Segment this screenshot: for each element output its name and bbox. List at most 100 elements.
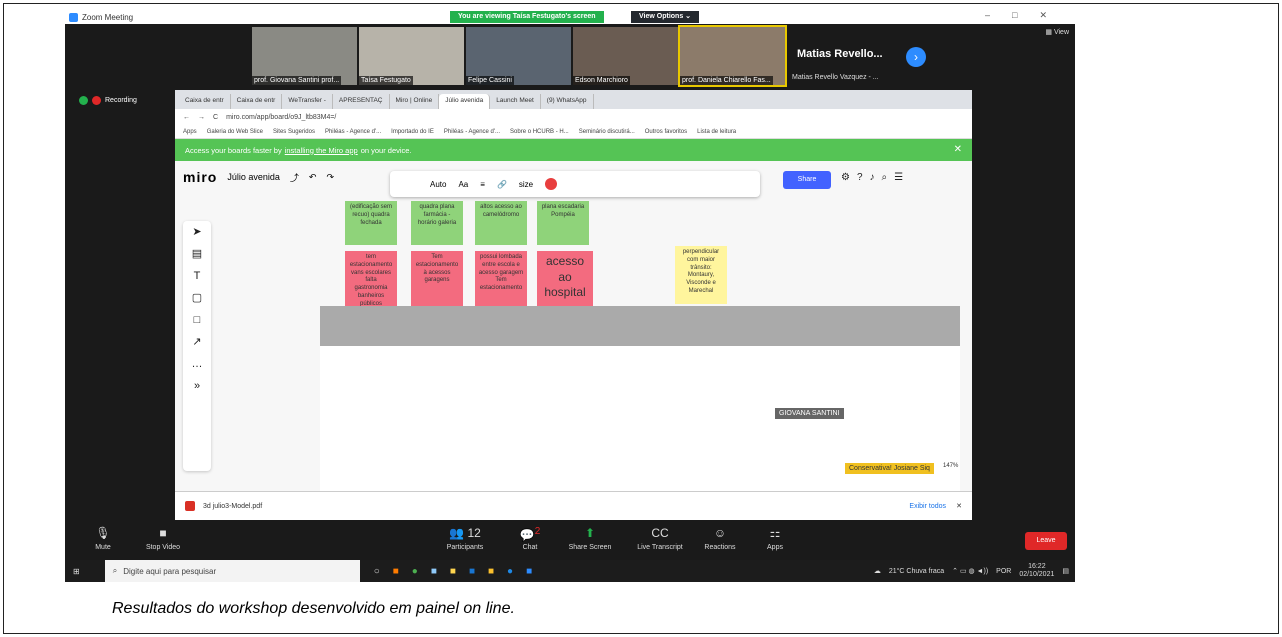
sticky-note[interactable]: Tem estacionamento à acessos garagens bbox=[411, 251, 463, 306]
share-screen-button[interactable]: ⬆ Share Screen bbox=[560, 526, 620, 551]
sticky-note[interactable]: acesso ao hospital bbox=[537, 251, 593, 311]
illustrator-icon[interactable]: ■ bbox=[393, 566, 399, 577]
participant-video[interactable]: Edson Marchioro bbox=[573, 27, 678, 85]
control-label: Reactions bbox=[704, 544, 736, 551]
view-button[interactable]: ▦ View bbox=[1045, 28, 1069, 36]
sticky-note[interactable]: (edificação sem recuo) quadra fechada bbox=[345, 201, 397, 245]
browser-tab[interactable]: Launch Meet bbox=[490, 94, 541, 109]
bookmark[interactable]: Outros favoritos bbox=[645, 129, 687, 135]
share-button[interactable]: Share bbox=[783, 171, 831, 189]
collapse-icon[interactable]: » bbox=[183, 375, 211, 397]
select-icon[interactable]: ➤ bbox=[183, 221, 211, 243]
close-icon[interactable]: ✕ bbox=[954, 144, 962, 155]
sticky-note[interactable]: altos acesso ao camelódromo bbox=[475, 201, 527, 245]
redo-icon[interactable]: ↷ bbox=[326, 172, 334, 183]
sticky-note[interactable]: possui lombada entre escola e acesso gar… bbox=[475, 251, 527, 306]
sticky-note-icon[interactable]: ▢ bbox=[183, 287, 211, 309]
sticky-note[interactable]: plana escadaria Pompéia bbox=[537, 201, 589, 245]
edge-icon[interactable]: ● bbox=[507, 566, 513, 577]
mute-button[interactable]: 🎙 Mute bbox=[73, 526, 133, 551]
clock-date: 02/10/2021 bbox=[1019, 571, 1055, 578]
language-indicator[interactable]: POR bbox=[996, 568, 1011, 575]
taskbar-search[interactable]: ⌕ Digite aqui para pesquisar bbox=[104, 560, 360, 582]
leave-button[interactable]: Leave bbox=[1025, 532, 1067, 550]
bookmark[interactable]: Philéas - Agence d'... bbox=[325, 129, 381, 135]
arrow-icon[interactable]: ↗ bbox=[183, 331, 211, 353]
outlook-icon[interactable]: ■ bbox=[469, 566, 475, 577]
view-options-button[interactable]: View Options ⌄ bbox=[631, 11, 700, 23]
participants-button[interactable]: 👥 12 Participants bbox=[435, 526, 495, 551]
weather-text[interactable]: 21°C Chuva fraca bbox=[889, 568, 944, 575]
font-size-select[interactable]: Auto bbox=[430, 180, 446, 189]
sticky-note[interactable]: perpendicular com maior trânsito: Montau… bbox=[675, 246, 727, 304]
more-icon[interactable]: … bbox=[183, 353, 211, 375]
miro-left-toolbar: ➤ ▤ T ▢ □ ↗ … » bbox=[183, 221, 211, 471]
bookmark[interactable]: Galeria do Web Slice bbox=[207, 129, 263, 135]
control-label: Apps bbox=[767, 544, 783, 551]
link-icon[interactable]: 🔗 bbox=[497, 180, 507, 189]
bookmark[interactable]: Sobre o HCURB - H... bbox=[510, 129, 569, 135]
shape-icon[interactable]: □ bbox=[183, 309, 211, 331]
system-tray: ☁ 21°C Chuva fraca ⌃ ▭ ◍ ◄)) POR 16:22 02… bbox=[874, 563, 1069, 578]
bookmark[interactable]: Lista de leitura bbox=[697, 129, 736, 135]
back-icon[interactable]: ← bbox=[183, 114, 190, 121]
color-picker[interactable] bbox=[545, 178, 558, 190]
sticky-note[interactable]: quadra plana farmácia - horário galeria bbox=[411, 201, 463, 245]
bookmark[interactable]: Importado do IE bbox=[391, 129, 434, 135]
url-field[interactable]: miro.com/app/board/o9J_ltb83M4=/ bbox=[226, 114, 972, 121]
apps-button[interactable]: ⚏ Apps bbox=[745, 526, 805, 551]
text-icon[interactable]: T bbox=[183, 265, 211, 287]
upload-icon[interactable]: ⤴ bbox=[290, 171, 299, 184]
bookmark[interactable]: Sites Sugeridos bbox=[273, 129, 315, 135]
participant-video[interactable]: Felipe Cassini bbox=[466, 27, 571, 85]
browser-tab-active[interactable]: Júlio avenida bbox=[439, 94, 491, 109]
sticky-notes-icon[interactable]: ■ bbox=[488, 566, 494, 577]
live-transcript-button[interactable]: CC Live Transcript bbox=[625, 526, 695, 551]
tray-icons[interactable]: ⌃ ▭ ◍ ◄)) bbox=[952, 567, 988, 575]
browser-tab[interactable]: (9) WhatsApp bbox=[541, 94, 594, 109]
participant-video[interactable]: prof. Giovana Santini prof... bbox=[252, 27, 357, 85]
file-explorer-icon[interactable]: ■ bbox=[450, 566, 456, 577]
stop-video-button[interactable]: ■ Stop Video bbox=[133, 526, 193, 551]
cortana-icon[interactable]: ○ bbox=[374, 566, 380, 577]
zoom-level[interactable]: 147% bbox=[943, 463, 958, 469]
text-style-icon[interactable]: Aa bbox=[458, 180, 468, 189]
viewing-banner: You are viewing Taísa Festugato's screen bbox=[450, 11, 604, 23]
notifications-icon[interactable]: ▤ bbox=[1062, 567, 1069, 575]
miro-right-icons[interactable]: ⚙?♪⌕☰ bbox=[841, 172, 910, 183]
close-icon[interactable]: ✕ bbox=[956, 502, 962, 510]
reactions-button[interactable]: ☺ Reactions bbox=[690, 526, 750, 551]
user-cursor-label: GIOVANA SANTINI bbox=[775, 408, 844, 419]
app-icon[interactable]: ■ bbox=[431, 566, 437, 577]
zoom-taskbar-icon[interactable]: ■ bbox=[526, 566, 532, 577]
show-all-link[interactable]: Exibir todos bbox=[909, 503, 946, 510]
download-file[interactable]: 3d julio3-Model.pdf bbox=[203, 503, 262, 510]
bookmark[interactable]: Apps bbox=[183, 129, 197, 135]
bookmark[interactable]: Philéas - Agence d'... bbox=[444, 129, 500, 135]
browser-tab[interactable]: Caixa de entr bbox=[231, 94, 283, 109]
template-icon[interactable]: ▤ bbox=[183, 243, 211, 265]
chrome-icon[interactable]: ● bbox=[412, 566, 418, 577]
reload-icon[interactable]: C bbox=[213, 114, 218, 121]
window-controls[interactable]: –□✕ bbox=[985, 10, 1069, 21]
sticky-note[interactable]: tem estacionamento vans escolares falta … bbox=[345, 251, 397, 307]
browser-tab[interactable]: WeTransfer - bbox=[282, 94, 333, 109]
chat-button[interactable]: 💬2 Chat bbox=[500, 526, 560, 551]
browser-tab[interactable]: Caixa de entr bbox=[179, 94, 231, 109]
bookmark[interactable]: Seminário discutirá... bbox=[579, 129, 635, 135]
next-page-icon[interactable]: › bbox=[906, 47, 926, 67]
participant-video-active[interactable]: prof. Daniela Chiarello Fas... bbox=[678, 25, 787, 87]
weather-icon: ☁ bbox=[873, 568, 881, 575]
board-name[interactable]: Júlio avenida bbox=[227, 172, 280, 182]
windows-start-icon[interactable]: ⊞ bbox=[73, 567, 80, 576]
undo-icon[interactable]: ↶ bbox=[309, 172, 317, 183]
miro-board-canvas[interactable]: miro Júlio avenida ⤴ ↶ ↷ Auto Aa ≡ 🔗 siz… bbox=[175, 161, 972, 491]
browser-tab[interactable]: APRESENTAÇ bbox=[333, 94, 390, 109]
align-icon[interactable]: ≡ bbox=[480, 180, 485, 189]
browser-tab[interactable]: Miro | Online bbox=[390, 94, 440, 109]
install-link[interactable]: installing the Miro app bbox=[285, 146, 358, 155]
clock-time: 16:22 bbox=[1028, 563, 1046, 571]
participant-video[interactable]: Taísa Festugato bbox=[359, 27, 464, 85]
clock[interactable]: 16:22 02/10/2021 bbox=[1019, 563, 1054, 578]
forward-icon[interactable]: → bbox=[198, 114, 205, 121]
